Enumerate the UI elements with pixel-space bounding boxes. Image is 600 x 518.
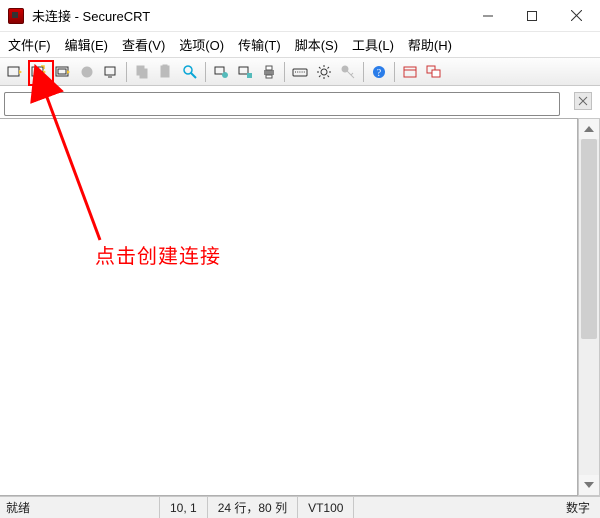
close-button[interactable] bbox=[554, 1, 598, 31]
tab-bar[interactable] bbox=[4, 92, 560, 116]
print-button[interactable] bbox=[258, 61, 280, 83]
window-title: 未连接 - SecureCRT bbox=[32, 6, 150, 25]
status-ready: 就绪 bbox=[0, 497, 160, 518]
content-area bbox=[0, 118, 600, 496]
status-bar: 就绪 10, 1 24 行，80 列 VT100 数字 bbox=[0, 496, 600, 518]
reconnect-button[interactable] bbox=[76, 61, 98, 83]
settings-button[interactable] bbox=[313, 61, 335, 83]
copy-button[interactable] bbox=[131, 61, 153, 83]
quick-connect-button[interactable] bbox=[4, 61, 26, 83]
maximize-button[interactable] bbox=[510, 1, 554, 31]
key-button[interactable] bbox=[337, 61, 359, 83]
toolbar-separator bbox=[284, 62, 285, 82]
menu-script[interactable]: 脚本(S) bbox=[295, 35, 338, 54]
status-cursor: 10, 1 bbox=[160, 497, 208, 518]
scroll-up-button[interactable] bbox=[579, 119, 599, 139]
vertical-scrollbar[interactable] bbox=[578, 118, 600, 496]
scroll-thumb[interactable] bbox=[581, 139, 597, 339]
status-numlock: 数字 bbox=[556, 497, 600, 518]
minimize-button[interactable] bbox=[466, 1, 510, 31]
status-size: 24 行，80 列 bbox=[208, 497, 298, 518]
host-b-button[interactable] bbox=[234, 61, 256, 83]
toolbar: ? bbox=[0, 58, 600, 86]
title-bar: 未连接 - SecureCRT bbox=[0, 0, 600, 32]
annotation-text: 点击创建连接 bbox=[95, 240, 221, 269]
help-button[interactable]: ? bbox=[368, 61, 390, 83]
disconnect-button[interactable] bbox=[100, 61, 122, 83]
svg-text:?: ? bbox=[377, 68, 382, 79]
toolbar-separator bbox=[205, 62, 206, 82]
menu-help[interactable]: 帮助(H) bbox=[408, 35, 452, 54]
find-button[interactable] bbox=[179, 61, 201, 83]
host-a-button[interactable] bbox=[210, 61, 232, 83]
toolbar-separator bbox=[394, 62, 395, 82]
window-b-button[interactable] bbox=[423, 61, 445, 83]
menu-tools[interactable]: 工具(L) bbox=[352, 35, 394, 54]
menu-file[interactable]: 文件(F) bbox=[8, 35, 51, 54]
menu-bar: 文件(F) 编辑(E) 查看(V) 选项(O) 传输(T) 脚本(S) 工具(L… bbox=[0, 32, 600, 58]
scroll-track[interactable] bbox=[579, 139, 599, 475]
paste-button[interactable] bbox=[155, 61, 177, 83]
tab-close-button[interactable] bbox=[574, 92, 592, 110]
app-icon bbox=[8, 8, 24, 24]
scroll-down-button[interactable] bbox=[579, 475, 599, 495]
menu-options[interactable]: 选项(O) bbox=[179, 35, 224, 54]
new-session-button[interactable] bbox=[28, 61, 50, 83]
toolbar-separator bbox=[126, 62, 127, 82]
menu-view[interactable]: 查看(V) bbox=[122, 35, 165, 54]
keymap-button[interactable] bbox=[289, 61, 311, 83]
menu-transfer[interactable]: 传输(T) bbox=[238, 35, 281, 54]
session-manager-button[interactable] bbox=[52, 61, 74, 83]
toolbar-separator bbox=[363, 62, 364, 82]
terminal-view[interactable] bbox=[0, 118, 578, 496]
window-a-button[interactable] bbox=[399, 61, 421, 83]
menu-edit[interactable]: 编辑(E) bbox=[65, 35, 108, 54]
status-term: VT100 bbox=[298, 497, 354, 518]
